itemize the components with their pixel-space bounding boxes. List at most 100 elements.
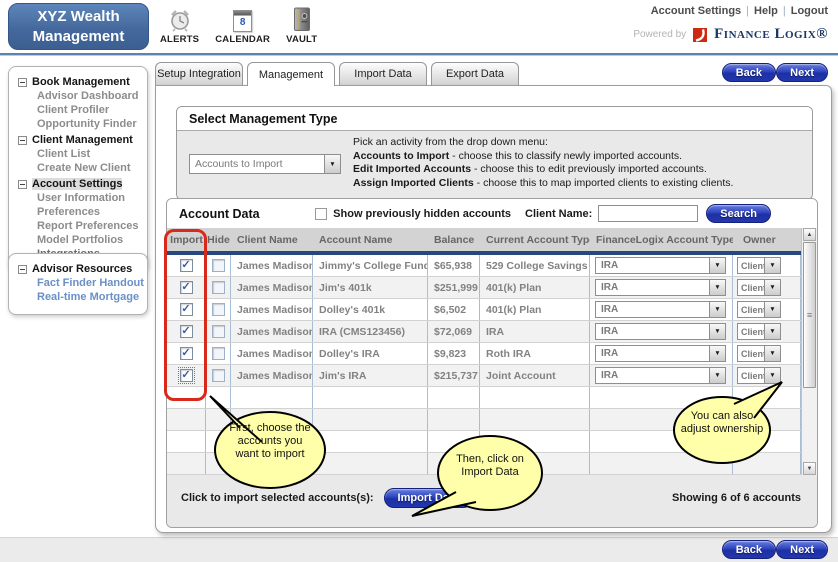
table-scrollbar[interactable] [801, 228, 817, 475]
sidebar-item-opportunity-finder[interactable]: Opportunity Finder [9, 118, 147, 131]
sidebar-item-real-time-mortgage[interactable]: Real-time Mortgage [9, 291, 147, 304]
back-button[interactable]: Back [721, 63, 776, 82]
chevron-down-icon[interactable] [709, 324, 725, 339]
import-checkbox[interactable] [177, 367, 195, 384]
import-checkbox[interactable] [179, 303, 193, 316]
chevron-down-icon[interactable] [709, 346, 725, 361]
fl-account-type-select[interactable]: IRA [595, 301, 726, 318]
tab-setup-integration[interactable]: Setup Integration [155, 62, 243, 85]
next-button-bottom[interactable]: Next [776, 540, 828, 559]
column-header-account-name: Account Name [319, 233, 393, 246]
balance-cell: $6,502 [428, 299, 480, 320]
search-button[interactable]: Search [706, 204, 771, 223]
import-checkbox[interactable] [179, 325, 193, 338]
chevron-down-icon[interactable] [709, 258, 725, 273]
section-title: Select Management Type [177, 107, 812, 131]
collapse-icon[interactable] [18, 264, 27, 274]
hide-checkbox[interactable] [211, 325, 225, 338]
collapse-icon[interactable] [18, 179, 27, 189]
fl-type-cell: IRA [590, 365, 733, 386]
account-name-cell: Dolley's 401k [313, 299, 428, 320]
scroll-up-icon[interactable] [803, 228, 816, 241]
current-type-cell: 401(k) Plan [480, 277, 590, 298]
chevron-down-icon[interactable] [764, 368, 780, 383]
sidebar-item-report-preferences[interactable]: Report Preferences [9, 220, 147, 233]
owner-select[interactable]: Client [737, 257, 781, 274]
collapse-icon[interactable] [18, 77, 27, 87]
owner-cell: Client [733, 255, 801, 276]
fl-account-type-select[interactable]: IRA [595, 345, 726, 362]
hide-checkbox[interactable] [211, 259, 225, 272]
section-title: Account Settings [32, 178, 123, 190]
sidebar-section-client-management[interactable]: Client Management [9, 132, 147, 147]
current-type-cell: 401(k) Plan [480, 299, 590, 320]
owner-select[interactable]: Client [737, 345, 781, 362]
calendar-button[interactable]: 8 CALENDAR [215, 10, 270, 45]
hide-checkbox[interactable] [211, 281, 225, 294]
client-name-input[interactable] [598, 205, 699, 222]
showing-count-label: Showing 6 of 6 accounts [672, 492, 801, 504]
scroll-down-icon[interactable] [803, 462, 816, 475]
help-link[interactable]: Help [754, 5, 778, 17]
alerts-button[interactable]: ALERTS [160, 8, 199, 45]
hide-checkbox[interactable] [211, 369, 225, 382]
sidebar-item-preferences[interactable]: Preferences [9, 206, 147, 219]
sidebar-item-client-profiler[interactable]: Client Profiler [9, 104, 147, 117]
owner-select[interactable]: Client [737, 279, 781, 296]
vault-button[interactable]: VAULT [286, 7, 317, 45]
fl-account-type-select[interactable]: IRA [595, 323, 726, 340]
management-panel: Select Management Type Accounts to Impor… [155, 85, 832, 533]
import-cell [167, 299, 206, 320]
sidebar-item-create-new-client[interactable]: Create New Client [9, 162, 147, 175]
tab-export-data[interactable]: Export Data [431, 62, 519, 85]
chevron-down-icon[interactable] [709, 302, 725, 317]
tab-import-data[interactable]: Import Data [339, 62, 427, 85]
sidebar-item-model-portfolios[interactable]: Model Portfolios [9, 234, 147, 247]
next-button[interactable]: Next [776, 63, 828, 82]
sidebar-item-user-information[interactable]: User Information [9, 192, 147, 205]
management-type-help-text: Pick an activity from the drop down menu… [353, 134, 733, 190]
client-name-cell: James Madison [231, 321, 313, 342]
show-hidden-checkbox[interactable] [315, 207, 328, 220]
chevron-down-icon[interactable] [709, 280, 725, 295]
import-checkbox[interactable] [179, 347, 193, 360]
chevron-down-icon[interactable] [324, 155, 340, 173]
account-data-header: Account Data Show previously hidden acco… [167, 199, 817, 228]
chevron-down-icon[interactable] [764, 324, 780, 339]
hide-checkbox[interactable] [211, 303, 225, 316]
import-checkbox[interactable] [179, 259, 193, 272]
sidebar-item-fact-finder-handout[interactable]: Fact Finder Handout [9, 277, 147, 290]
sidebar-advisor-resources: Advisor Resources Fact Finder Handout Re… [8, 253, 148, 315]
back-button-bottom[interactable]: Back [721, 540, 776, 559]
table-row-empty [167, 431, 801, 453]
sidebar-item-client-list[interactable]: Client List [9, 148, 147, 161]
import-data-button[interactable]: Import Data [383, 488, 473, 508]
management-type-select[interactable]: Accounts to Import [189, 154, 341, 174]
sidebar-item-advisor-dashboard[interactable]: Advisor Dashboard [9, 90, 147, 103]
chevron-down-icon[interactable] [764, 346, 780, 361]
logout-link[interactable]: Logout [791, 5, 828, 17]
show-hidden-label: Show previously hidden accounts [333, 207, 512, 220]
chevron-down-icon[interactable] [764, 280, 780, 295]
chevron-down-icon[interactable] [764, 258, 780, 273]
fl-type-cell: IRA [590, 299, 733, 320]
fl-account-type-select[interactable]: IRA [595, 257, 726, 274]
account-settings-link[interactable]: Account Settings [651, 5, 741, 17]
owner-select[interactable]: Client [737, 323, 781, 340]
fl-account-type-select[interactable]: IRA [595, 279, 726, 296]
tab-management[interactable]: Management [247, 62, 335, 86]
chevron-down-icon[interactable] [764, 302, 780, 317]
hide-checkbox[interactable] [211, 347, 225, 360]
sidebar-section-advisor-resources[interactable]: Advisor Resources [9, 261, 147, 276]
collapse-icon[interactable] [18, 135, 27, 145]
sidebar-section-account-settings[interactable]: Account Settings [9, 176, 147, 191]
account-name-cell: Jimmy's College Fund [313, 255, 428, 276]
help-option: Assign Imported Clients - choose this to… [353, 176, 734, 189]
owner-select[interactable]: Client [737, 301, 781, 318]
import-checkbox[interactable] [179, 281, 193, 294]
chevron-down-icon[interactable] [709, 368, 725, 383]
sidebar-section-book-management[interactable]: Book Management [9, 74, 147, 89]
fl-account-type-select[interactable]: IRA [595, 367, 726, 384]
owner-select[interactable]: Client [737, 367, 781, 384]
scrollbar-thumb[interactable] [803, 242, 816, 388]
